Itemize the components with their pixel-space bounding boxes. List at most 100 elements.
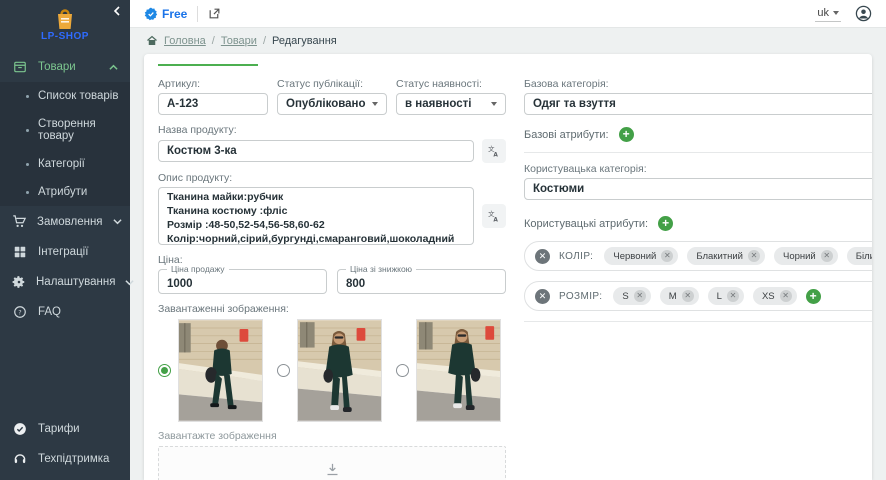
sidebar-item-support[interactable]: Техпідтримка xyxy=(0,444,130,474)
publish-status-label: Статус публікації: xyxy=(277,78,387,90)
remove-chip-icon[interactable]: ✕ xyxy=(780,290,792,302)
svg-text:?: ? xyxy=(18,308,21,316)
image-option-2 xyxy=(277,319,382,422)
sidebar-subitem-label: Створення товару xyxy=(38,118,120,142)
remove-chip-icon[interactable]: ✕ xyxy=(682,290,694,302)
chip-label: Білий xyxy=(856,251,872,262)
description-label: Опис продукту: xyxy=(158,172,506,184)
svg-text:A: A xyxy=(493,152,498,158)
sidebar-item-integrations[interactable]: Інтеграції xyxy=(0,237,130,267)
discount-price-label: Ціна зі знижкою xyxy=(346,264,416,274)
breadcrumb-home-link[interactable]: Головна xyxy=(164,35,206,47)
add-custom-attribute-button[interactable]: + xyxy=(658,216,673,231)
upload-dropzone[interactable] xyxy=(158,446,506,480)
cart-icon xyxy=(12,214,27,229)
upload-label: Завантажте зображення xyxy=(158,430,506,442)
add-attribute-value-button[interactable]: + xyxy=(806,289,821,304)
sidebar-item-label: Техпідтримка xyxy=(38,453,109,465)
remove-chip-icon[interactable]: ✕ xyxy=(661,250,673,262)
badge-check-icon xyxy=(12,422,28,436)
sidebar-subitem-label: Атрибути xyxy=(38,186,87,198)
remove-attribute-icon[interactable]: ✕ xyxy=(535,249,550,264)
sidebar-subitem-label: Категорії xyxy=(38,158,85,170)
remove-chip-icon[interactable]: ✕ xyxy=(748,250,760,262)
sidebar-item-settings[interactable]: Налаштування xyxy=(0,267,130,297)
translate-name-button[interactable]: 文A xyxy=(482,139,506,163)
base-category-input[interactable] xyxy=(524,93,872,115)
publish-status-select[interactable]: Опубліковано xyxy=(277,93,387,115)
product-photo-2[interactable] xyxy=(297,319,382,422)
image-radio-3[interactable] xyxy=(396,364,409,377)
chip-label: S xyxy=(622,291,628,302)
sidebar-item-label: Налаштування xyxy=(36,276,115,288)
sku-input[interactable] xyxy=(158,93,268,115)
custom-category-label: Користувацька категорія: xyxy=(524,163,872,175)
sidebar-item-categories[interactable]: Категорії xyxy=(0,150,130,178)
publish-status-value: Опубліковано xyxy=(286,98,366,110)
sidebar-item-label: FAQ xyxy=(38,306,61,318)
chip-label: Блакитний xyxy=(696,251,743,262)
sidebar-item-tariffs[interactable]: Тарифи xyxy=(0,414,130,444)
attribute-chip: S✕ xyxy=(613,287,650,305)
image-radio-1[interactable] xyxy=(158,364,171,377)
chip-label: XS xyxy=(762,291,775,302)
active-tab-indicator xyxy=(158,64,258,66)
image-option-3 xyxy=(396,319,501,422)
account-avatar[interactable] xyxy=(855,5,872,22)
remove-chip-icon[interactable]: ✕ xyxy=(634,290,646,302)
breadcrumb: Головна / Товари / Редагування xyxy=(130,28,886,54)
translate-icon: 文A xyxy=(487,144,501,158)
attribute-chip: Чорний✕ xyxy=(774,247,838,265)
breadcrumb-products-link[interactable]: Товари xyxy=(221,35,257,47)
open-store-icon[interactable] xyxy=(208,7,221,20)
uploaded-images-label: Завантаженні зображення: xyxy=(158,303,506,315)
custom-category-value: Костюми xyxy=(533,183,584,195)
products-submenu: Список товарів Створення товару Категорі… xyxy=(0,82,130,206)
bullet-icon xyxy=(26,163,29,166)
remove-chip-icon[interactable]: ✕ xyxy=(821,250,833,262)
sidebar-item-attributes[interactable]: Атрибути xyxy=(0,178,130,206)
product-photo-3[interactable] xyxy=(416,319,501,422)
chevron-down-icon xyxy=(372,102,378,106)
plan-badge[interactable]: Free xyxy=(144,7,187,21)
description-textarea[interactable]: Тканина майки:рубчик Тканина костюму :фл… xyxy=(158,187,474,245)
chip-label: Червоний xyxy=(613,251,656,262)
box-icon xyxy=(12,60,28,74)
sidebar-item-orders[interactable]: Замовлення xyxy=(0,206,130,237)
stock-status-value: в наявності xyxy=(405,98,471,110)
custom-category-select[interactable]: Костюми xyxy=(524,178,872,200)
sidebar-item-product-create[interactable]: Створення товару xyxy=(0,110,130,150)
plan-label: Free xyxy=(162,7,187,21)
product-name-label: Назва продукту: xyxy=(158,124,506,136)
chevron-down-icon xyxy=(491,102,497,106)
language-select[interactable]: uk xyxy=(815,6,841,22)
breadcrumb-separator: / xyxy=(263,35,266,47)
left-column: Артикул: Статус публікації: Опубліковано… xyxy=(158,78,506,480)
bullet-icon xyxy=(26,95,29,98)
home-icon[interactable] xyxy=(146,35,158,47)
sidebar: LP-SHOP Товари Список товарів Створення … xyxy=(0,0,130,480)
add-base-attribute-button[interactable]: + xyxy=(619,127,634,142)
attribute-chip: L✕ xyxy=(708,287,744,305)
brand-logo[interactable]: LP-SHOP xyxy=(0,0,130,52)
sidebar-item-products[interactable]: Товари xyxy=(0,52,130,82)
product-photo-1[interactable] xyxy=(178,319,263,422)
sidebar-item-faq[interactable]: ? FAQ xyxy=(0,297,130,327)
chevron-down-icon xyxy=(833,11,839,15)
image-radio-2[interactable] xyxy=(277,364,290,377)
divider xyxy=(524,321,872,322)
verified-badge-icon xyxy=(144,7,158,21)
sidebar-item-product-list[interactable]: Список товарів xyxy=(0,82,130,110)
product-name-input[interactable] xyxy=(158,140,474,162)
right-column: Базова категорія: Базові атрибути: + Кор… xyxy=(524,78,872,480)
chevron-down-icon xyxy=(113,217,122,226)
collapse-sidebar-icon[interactable] xyxy=(112,6,122,16)
remove-attribute-icon[interactable]: ✕ xyxy=(535,289,550,304)
base-attributes-label: Базові атрибути: xyxy=(524,129,609,141)
translate-description-button[interactable]: 文A xyxy=(482,204,506,228)
bullet-icon xyxy=(26,129,29,132)
product-images xyxy=(158,319,506,422)
remove-chip-icon[interactable]: ✕ xyxy=(727,290,739,302)
sale-price-field: Ціна продажу xyxy=(158,269,327,294)
stock-status-select[interactable]: в наявності xyxy=(396,93,506,115)
